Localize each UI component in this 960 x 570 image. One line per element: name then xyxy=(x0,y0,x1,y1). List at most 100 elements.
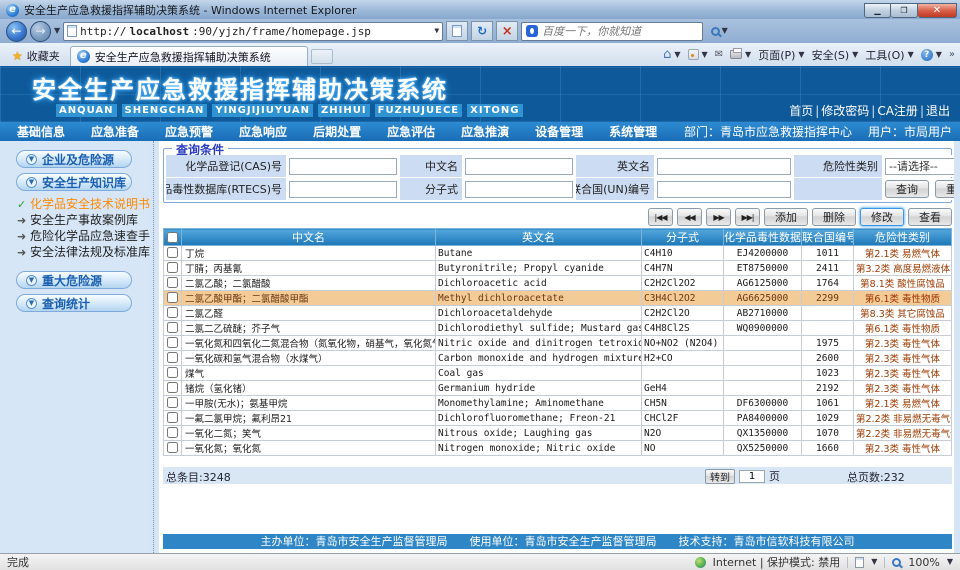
row-checkbox[interactable] xyxy=(167,397,178,408)
col-header-cn[interactable]: 中文名 xyxy=(182,229,436,246)
row-checkbox[interactable] xyxy=(167,412,178,423)
prev-page-button[interactable]: ◀◀ xyxy=(677,208,702,226)
feeds-button[interactable]: ▼ xyxy=(688,49,708,60)
table-row[interactable]: 一甲胺(无水)；氨基甲烷Monomethylamine; Aminomethan… xyxy=(164,396,952,411)
row-checkbox[interactable] xyxy=(167,382,178,393)
search-box[interactable]: 百度一下，你就知道 xyxy=(521,22,703,41)
row-checkbox[interactable] xyxy=(167,307,178,318)
zone-dropdown-icon[interactable]: ▼ xyxy=(871,558,877,566)
back-button[interactable]: ← xyxy=(6,21,27,42)
sidebar-group-button[interactable]: ▼重大危险源 xyxy=(16,271,132,289)
compatibility-view-button[interactable] xyxy=(446,21,468,41)
new-tab-button[interactable] xyxy=(311,49,333,64)
history-dropdown-icon[interactable]: ▼ xyxy=(54,27,60,35)
row-checkbox[interactable] xyxy=(167,367,178,378)
add-button[interactable]: 添加 xyxy=(764,208,808,226)
sidebar-group-button[interactable]: ▼查询统计 xyxy=(16,294,132,312)
goto-page-button[interactable]: 转到 xyxy=(705,469,735,484)
zoom-level[interactable]: 100% xyxy=(908,556,939,569)
row-checkbox[interactable] xyxy=(167,337,178,348)
sidebar-splitter[interactable] xyxy=(150,141,159,553)
header-link[interactable]: 修改密码 xyxy=(821,102,869,119)
stop-button[interactable]: × xyxy=(496,21,518,41)
col-header-formula[interactable]: 分子式 xyxy=(642,229,724,246)
print-button[interactable]: ▼ xyxy=(730,50,751,59)
refresh-button[interactable]: ↻ xyxy=(471,21,493,41)
reset-button[interactable]: 重置 xyxy=(935,180,954,198)
header-link[interactable]: 首页 xyxy=(789,102,813,119)
table-row[interactable]: 一氧化二氮；笑气Nitrous oxide; Laughing gasN2OQX… xyxy=(164,426,952,441)
nav-item[interactable]: 应急响应 xyxy=(226,123,300,140)
sidebar-item[interactable]: ➜危险化学品应急速查手... xyxy=(0,228,150,244)
table-row[interactable]: 一氟二氯甲烷；氟利昂21Dichlorofluoromethane; Freon… xyxy=(164,411,952,426)
col-header-en[interactable]: 英文名 xyxy=(436,229,642,246)
table-row[interactable]: 丁腈；丙基氰Butyronitrile; Propyl cyanideC4H7N… xyxy=(164,261,952,276)
formula-input[interactable] xyxy=(465,181,573,198)
cn-name-input[interactable] xyxy=(465,158,573,175)
table-row[interactable]: 一氧化碳和氢气混合物（水煤气）Carbon monoxide and hydro… xyxy=(164,351,952,366)
search-dropdown-icon[interactable]: ▼ xyxy=(722,27,728,35)
un-input[interactable] xyxy=(657,181,791,198)
row-checkbox[interactable] xyxy=(167,292,178,303)
table-row[interactable]: 一氧化氮和四氧化二氮混合物（氮氧化物，硝基气，氧化氮气体）Nitric oxid… xyxy=(164,336,952,351)
first-page-button[interactable]: |◀◀ xyxy=(648,208,673,226)
nav-item[interactable]: 应急预警 xyxy=(152,123,226,140)
close-button[interactable]: ✕ xyxy=(918,3,957,18)
table-row[interactable]: 二氯乙酸甲酯；二氯醋酸甲酯Methyl dichloroacetateC3H4C… xyxy=(164,291,952,306)
modify-button[interactable]: 修改 xyxy=(860,208,904,226)
table-row[interactable]: 二氯二乙硫醚；芥子气Dichlorodiethyl sulfide; Musta… xyxy=(164,321,952,336)
table-row[interactable]: 一氧化氮；氧化氮Nitrogen monoxide; Nitric oxideN… xyxy=(164,441,952,456)
nav-item[interactable]: 系统管理 xyxy=(596,123,670,140)
select-all-checkbox[interactable] xyxy=(167,232,178,243)
sidebar-item[interactable]: ✓化学品安全技术说明书 xyxy=(0,196,150,212)
home-button[interactable]: ⌂▼ xyxy=(663,48,680,61)
sidebar-group-button[interactable]: ▼安全生产知识库 xyxy=(16,173,132,191)
row-checkbox[interactable] xyxy=(167,427,178,438)
nav-item[interactable]: 设备管理 xyxy=(522,123,596,140)
header-link[interactable]: 退出 xyxy=(926,102,950,119)
sidebar-item[interactable]: ➜安全法律法规及标准库 xyxy=(0,244,150,260)
nav-item[interactable]: 后期处置 xyxy=(300,123,374,140)
nav-item[interactable]: 应急推演 xyxy=(448,123,522,140)
table-row[interactable]: 二氯乙醛DichloroacetaldehydeC2H2Cl2OAB271000… xyxy=(164,306,952,321)
overflow-chevron-icon[interactable]: » xyxy=(949,49,955,60)
row-checkbox[interactable] xyxy=(167,352,178,363)
row-checkbox[interactable] xyxy=(167,442,178,453)
browser-tab[interactable]: e 安全生产应急救援指挥辅助决策系统 xyxy=(70,46,308,66)
tools-menu[interactable]: 工具(O)▼ xyxy=(865,47,913,63)
search-button-form[interactable]: 查询 xyxy=(885,180,929,198)
col-header-hazard[interactable]: 危险性类别 xyxy=(854,229,952,246)
address-field[interactable]: http://localhost:90/yjzh/frame/homepage.… xyxy=(63,22,443,41)
table-row[interactable]: 丁烷ButaneC4H10EJ42000001011第2.1类 易燃气体 xyxy=(164,246,952,261)
address-dropdown-icon[interactable]: ▼ xyxy=(434,27,439,35)
table-row[interactable]: 煤气Coal gas1023第2.3类 毒性气体 xyxy=(164,366,952,381)
col-header-rtecs[interactable]: 化学品毒性数据... xyxy=(724,229,802,246)
help-menu[interactable]: ?▼ xyxy=(921,49,942,61)
col-header-un[interactable]: 联合国编号 xyxy=(802,229,854,246)
maximize-button[interactable]: ❐ xyxy=(891,3,918,18)
favorites-button[interactable]: ★ 收藏夹 xyxy=(5,46,67,65)
nav-item[interactable]: 基础信息 xyxy=(4,123,78,140)
row-checkbox[interactable] xyxy=(167,247,178,258)
row-checkbox[interactable] xyxy=(167,322,178,333)
table-row[interactable]: 二氯乙酸；二氯醋酸Dichloroacetic acidC2H2Cl2O2AG6… xyxy=(164,276,952,291)
next-page-button[interactable]: ▶▶ xyxy=(706,208,731,226)
mail-button[interactable]: ✉ xyxy=(715,49,723,60)
page-number-input[interactable] xyxy=(739,470,765,483)
table-row[interactable]: 锗烷（氢化锗）Germanium hydrideGeH42192第2.3类 毒性… xyxy=(164,381,952,396)
forward-button[interactable]: → xyxy=(30,21,51,42)
rtecs-input[interactable] xyxy=(289,181,397,198)
cas-input[interactable] xyxy=(289,158,397,175)
row-checkbox[interactable] xyxy=(167,262,178,273)
last-page-button[interactable]: ▶▶| xyxy=(735,208,760,226)
nav-item[interactable]: 应急评估 xyxy=(374,123,448,140)
delete-button[interactable]: 删除 xyxy=(812,208,856,226)
zoom-dropdown-icon[interactable]: ▼ xyxy=(947,558,953,566)
search-button[interactable]: ▼ xyxy=(706,21,732,41)
sidebar-item[interactable]: ➜安全生产事故案例库 xyxy=(0,212,150,228)
en-name-input[interactable] xyxy=(657,158,791,175)
hazard-select[interactable]: --请选择-- ▼ xyxy=(885,158,954,175)
page-menu[interactable]: 页面(P)▼ xyxy=(758,47,804,63)
safety-menu[interactable]: 安全(S)▼ xyxy=(812,47,859,63)
minimize-button[interactable]: ▁ xyxy=(864,3,891,18)
